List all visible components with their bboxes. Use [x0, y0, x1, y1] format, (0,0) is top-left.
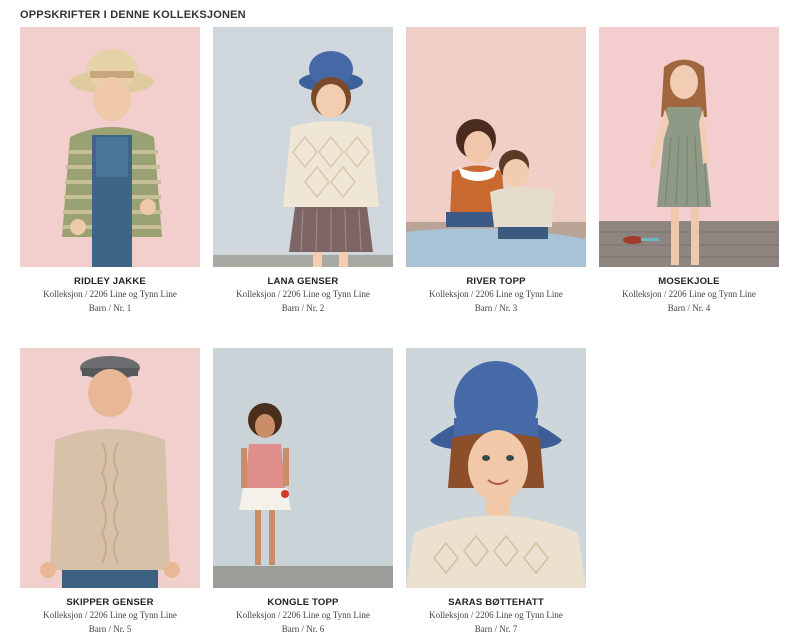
product-photo[interactable]: [20, 348, 200, 588]
pattern-collection: Kolleksjon / 2206 Line og Tynn Line: [236, 289, 370, 299]
pattern-category: Barn / Nr. 5: [88, 623, 132, 634]
pattern-collection: Kolleksjon / 2206 Line og Tynn Line: [236, 610, 370, 620]
product-photo[interactable]: [213, 348, 393, 588]
pattern-collection: Kolleksjon / 2206 Line og Tynn Line: [429, 289, 563, 299]
pattern-name[interactable]: KONGLE TOPP: [213, 597, 393, 608]
pattern-category: Barn / Nr. 4: [667, 302, 711, 313]
pattern-name[interactable]: RIDLEY JAKKE: [20, 276, 200, 287]
section-title: OPPSKRIFTER I DENNE KOLLEKSJONEN: [20, 9, 246, 21]
pattern-category: Barn / Nr. 1: [88, 302, 132, 313]
pattern-name[interactable]: MOSEKJOLE: [599, 276, 779, 287]
pattern-collection: Kolleksjon / 2206 Line og Tynn Line: [429, 610, 563, 620]
pattern-collection: Kolleksjon / 2206 Line og Tynn Line: [43, 610, 177, 620]
pattern-card-2[interactable]: LANA GENSER Kolleksjon / 2206 Line og Ty…: [213, 27, 393, 314]
pattern-card-3[interactable]: RIVER TOPP Kolleksjon / 2206 Line og Tyn…: [406, 27, 586, 314]
pattern-card-1[interactable]: RIDLEY JAKKE Kolleksjon / 2206 Line og T…: [20, 27, 200, 314]
product-photo[interactable]: [406, 27, 586, 267]
pattern-collection: Kolleksjon / 2206 Line og Tynn Line: [43, 289, 177, 299]
pattern-category: Barn / Nr. 7: [474, 623, 518, 634]
pattern-name[interactable]: RIVER TOPP: [406, 276, 586, 287]
pattern-name[interactable]: SARAS BØTTEHATT: [406, 597, 586, 608]
product-photo[interactable]: [599, 27, 779, 267]
pattern-card-4[interactable]: MOSEKJOLE Kolleksjon / 2206 Line og Tynn…: [599, 27, 779, 314]
pattern-name[interactable]: LANA GENSER: [213, 276, 393, 287]
pattern-card-7[interactable]: SARAS BØTTEHATT Kolleksjon / 2206 Line o…: [406, 348, 586, 635]
pattern-category: Barn / Nr. 2: [281, 302, 325, 313]
product-photo[interactable]: [20, 27, 200, 267]
pattern-card-5[interactable]: SKIPPER GENSER Kolleksjon / 2206 Line og…: [20, 348, 200, 635]
pattern-collection: Kolleksjon / 2206 Line og Tynn Line: [622, 289, 756, 299]
pattern-name[interactable]: SKIPPER GENSER: [20, 597, 200, 608]
pattern-category: Barn / Nr. 6: [281, 623, 325, 634]
pattern-card-6[interactable]: KONGLE TOPP Kolleksjon / 2206 Line og Ty…: [213, 348, 393, 635]
product-photo[interactable]: [213, 27, 393, 267]
pattern-category: Barn / Nr. 3: [474, 302, 518, 313]
product-photo[interactable]: [406, 348, 586, 588]
